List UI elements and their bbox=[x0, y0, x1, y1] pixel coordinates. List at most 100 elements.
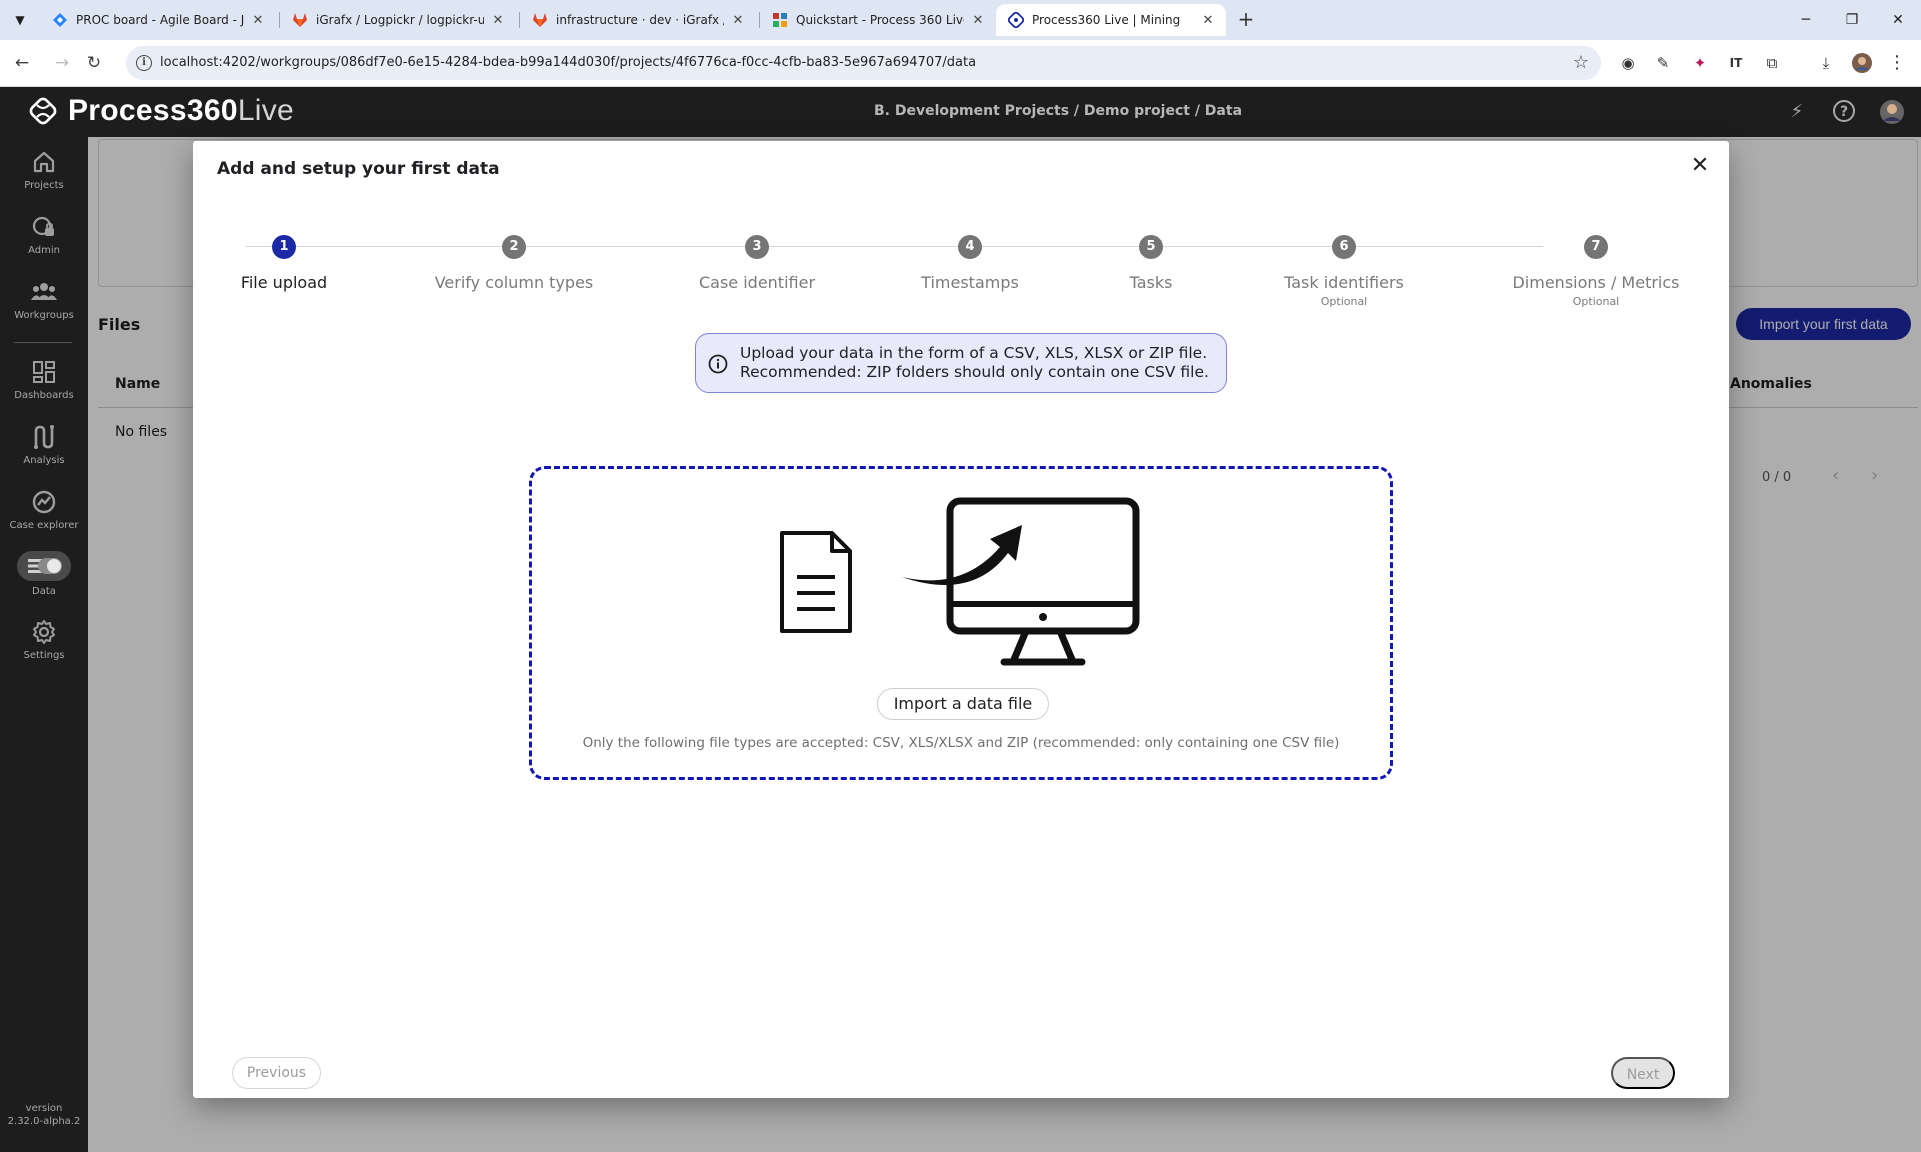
sidebar-item-label: Dashboards bbox=[14, 390, 74, 401]
app-logo[interactable]: Process360Live bbox=[26, 94, 294, 128]
browser-menu-icon[interactable]: ⋮ bbox=[1885, 51, 1909, 75]
close-tab-icon[interactable]: ✕ bbox=[970, 13, 986, 28]
browser-tab-bar: ▼ PROC board - Agile Board - Jira ✕ iGra… bbox=[0, 0, 1921, 40]
angular-extension-icon[interactable]: ✦ bbox=[1688, 51, 1712, 75]
sidebar-item-admin[interactable]: Admin bbox=[0, 214, 88, 256]
sidebar-item-analysis[interactable]: Analysis bbox=[0, 424, 88, 466]
download-icon[interactable]: ⤓ bbox=[1814, 51, 1838, 75]
eye-extension-icon[interactable]: ◉ bbox=[1616, 51, 1640, 75]
minimize-window-button[interactable]: ─ bbox=[1794, 8, 1818, 32]
logo-text: Process360 bbox=[68, 94, 238, 127]
case-explorer-icon bbox=[32, 490, 56, 514]
sidebar-item-settings[interactable]: Settings bbox=[0, 619, 88, 661]
tab-title: iGrafx / Logpickr / logpickr-ui · bbox=[316, 13, 484, 27]
sidebar-item-label: Settings bbox=[23, 650, 65, 661]
forward-button[interactable]: → bbox=[49, 50, 75, 76]
active-indicator bbox=[17, 551, 71, 581]
quickstart-icon bbox=[772, 12, 788, 28]
url-text: localhost:4202/workgroups/086df7e0-6e15-… bbox=[160, 55, 977, 70]
sidebar: Projects Admin Workgroups Dashboards Ana… bbox=[0, 137, 88, 1152]
step-label: File upload bbox=[240, 273, 328, 292]
next-button[interactable]: Next bbox=[1611, 1057, 1675, 1089]
close-tab-icon[interactable]: ✕ bbox=[250, 13, 266, 28]
sidebar-item-dashboards[interactable]: Dashboards bbox=[0, 359, 88, 401]
file-drop-zone[interactable]: Import a data file Only the following fi… bbox=[529, 466, 1393, 780]
step-number: 5 bbox=[1139, 235, 1163, 259]
bookmark-star-icon[interactable]: ☆ bbox=[1573, 52, 1589, 73]
restore-window-button[interactable]: ❐ bbox=[1840, 8, 1864, 32]
close-tab-icon[interactable]: ✕ bbox=[1200, 13, 1216, 28]
data-icon bbox=[28, 558, 62, 574]
extensions-puzzle-icon[interactable]: ⧉ bbox=[1760, 51, 1784, 75]
add-data-dialog: Add and setup your first data ✕ 1 File u… bbox=[193, 141, 1729, 1098]
new-tab-button[interactable]: + bbox=[1234, 8, 1258, 32]
close-tab-icon[interactable]: ✕ bbox=[490, 13, 506, 28]
browser-tab-quickstart[interactable]: Quickstart - Process 360 Live | M ✕ bbox=[760, 4, 996, 36]
reload-button[interactable]: ↻ bbox=[81, 50, 107, 76]
step-optional-label: Optional bbox=[1572, 295, 1620, 308]
accepted-file-types-note: Only the following file types are accept… bbox=[582, 735, 1340, 751]
step-dimensions-metrics[interactable]: 7 Dimensions / Metrics Optional bbox=[1486, 235, 1706, 308]
jira-icon bbox=[52, 12, 68, 28]
browser-tab-process360[interactable]: Process360 Live | Mining ✕ bbox=[996, 4, 1226, 36]
dialog-title: Add and setup your first data bbox=[217, 159, 500, 179]
breadcrumb: B. Development Projects / Demo project /… bbox=[874, 103, 1243, 119]
step-number: 6 bbox=[1332, 235, 1356, 259]
sidebar-item-label: Projects bbox=[24, 180, 64, 191]
user-avatar[interactable] bbox=[1879, 99, 1905, 125]
sidebar-item-label: Analysis bbox=[23, 455, 65, 466]
help-icon[interactable]: ? bbox=[1831, 99, 1857, 125]
step-task-identifiers[interactable]: 6 Task identifiers Optional bbox=[1234, 235, 1454, 308]
lightning-icon[interactable]: ⚡ bbox=[1784, 99, 1810, 125]
browser-tab-gitlab-infrastructure[interactable]: infrastructure · dev · iGrafx / Lo ✕ bbox=[520, 4, 756, 36]
app-header: Process360Live B. Development Projects /… bbox=[0, 87, 1921, 137]
info-line-1: Upload your data in the form of a CSV, X… bbox=[740, 344, 1208, 362]
address-bar[interactable]: i localhost:4202/workgroups/086df7e0-6e1… bbox=[126, 46, 1601, 80]
step-label: Tasks bbox=[1129, 273, 1173, 292]
close-window-button[interactable]: ✕ bbox=[1886, 8, 1910, 32]
step-label: Task identifiers bbox=[1284, 273, 1404, 292]
monitor-icon bbox=[946, 497, 1140, 666]
text-extension-icon[interactable]: IT bbox=[1724, 51, 1748, 75]
browser-tab-jira[interactable]: PROC board - Agile Board - Jira ✕ bbox=[40, 4, 276, 36]
sidebar-divider bbox=[14, 342, 72, 343]
document-icon bbox=[780, 531, 852, 633]
step-optional-label: Optional bbox=[1320, 295, 1368, 308]
step-case-identifier[interactable]: 3 Case identifier bbox=[647, 235, 867, 292]
workgroups-icon bbox=[31, 283, 57, 300]
info-icon bbox=[708, 354, 728, 374]
dashboards-icon bbox=[33, 361, 55, 383]
previous-button[interactable]: Previous bbox=[232, 1057, 321, 1089]
step-tasks[interactable]: 5 Tasks bbox=[1041, 235, 1261, 292]
tab-title: infrastructure · dev · iGrafx / Lo bbox=[556, 13, 724, 27]
sidebar-item-workgroups[interactable]: Workgroups bbox=[0, 279, 88, 321]
sidebar-item-projects[interactable]: Projects bbox=[0, 149, 88, 191]
sidebar-item-label: Case explorer bbox=[9, 520, 79, 531]
admin-icon bbox=[32, 216, 54, 236]
pen-extension-icon[interactable]: ✎ bbox=[1651, 51, 1675, 75]
version-info: version 2.32.0-alpha.2 bbox=[0, 1102, 88, 1128]
sidebar-item-label: Data bbox=[32, 586, 56, 597]
sidebar-item-data[interactable]: Data bbox=[0, 551, 88, 597]
step-number: 3 bbox=[745, 235, 769, 259]
close-icon[interactable]: ✕ bbox=[1687, 153, 1713, 179]
version-number: 2.32.0-alpha.2 bbox=[7, 1116, 81, 1127]
tab-search-button[interactable]: ▼ bbox=[8, 8, 32, 32]
svg-text:?: ? bbox=[1840, 104, 1848, 120]
tab-title: Process360 Live | Mining bbox=[1032, 13, 1181, 27]
back-button[interactable]: ← bbox=[9, 50, 35, 76]
gitlab-icon bbox=[292, 12, 308, 28]
browser-tab-gitlab-logpickr[interactable]: iGrafx / Logpickr / logpickr-ui · ✕ bbox=[280, 4, 516, 36]
site-info-icon[interactable]: i bbox=[136, 55, 152, 71]
import-data-file-button[interactable]: Import a data file bbox=[877, 688, 1049, 720]
step-label: Dimensions / Metrics bbox=[1512, 273, 1680, 292]
sidebar-item-case-explorer[interactable]: Case explorer bbox=[0, 489, 88, 531]
step-verify-column-types[interactable]: 2 Verify column types bbox=[404, 235, 624, 292]
step-file-upload[interactable]: 1 File upload bbox=[174, 235, 394, 292]
browser-toolbar: ← → ↻ i localhost:4202/workgroups/086df7… bbox=[0, 40, 1921, 87]
step-label: Verify column types bbox=[434, 273, 594, 292]
close-tab-icon[interactable]: ✕ bbox=[730, 13, 746, 28]
profile-avatar[interactable] bbox=[1850, 51, 1874, 75]
version-label: version bbox=[25, 1103, 63, 1114]
step-number: 7 bbox=[1584, 235, 1608, 259]
